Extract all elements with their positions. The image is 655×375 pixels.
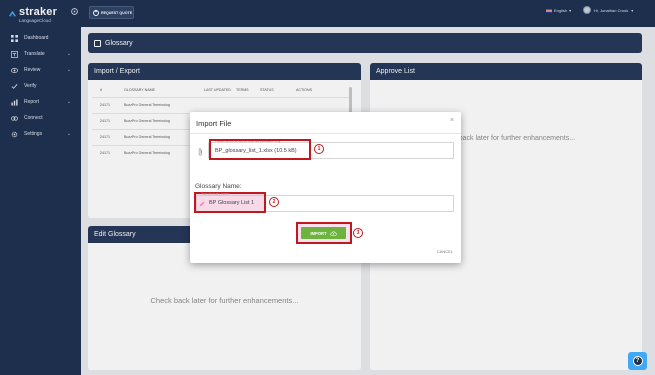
help-button[interactable]: ?: [628, 352, 647, 370]
callout-highlight: [209, 139, 311, 160]
pencil-icon: [199, 201, 205, 207]
cloud-upload-icon: [329, 230, 337, 236]
help-icon: ?: [632, 356, 643, 366]
glossary-name-value: BP Glossary List 1: [209, 200, 255, 206]
divider: [190, 133, 461, 134]
close-icon[interactable]: ×: [450, 117, 454, 124]
paperclip-icon: [198, 148, 202, 156]
callout-number: 3: [353, 228, 363, 238]
callout-number: 2: [269, 197, 279, 207]
callout-number: 1: [314, 144, 324, 154]
import-file-dialog: Import File × Please select a .csv or .x…: [190, 112, 461, 263]
cancel-button[interactable]: CANCEL: [437, 249, 453, 254]
import-button[interactable]: IMPORT: [301, 227, 346, 239]
glossary-name-label: Glossary Name:: [195, 183, 242, 190]
import-label: IMPORT: [310, 230, 327, 236]
dialog-title: Import File: [196, 119, 232, 128]
glossary-name-hint: Your glossary name: [201, 192, 230, 196]
